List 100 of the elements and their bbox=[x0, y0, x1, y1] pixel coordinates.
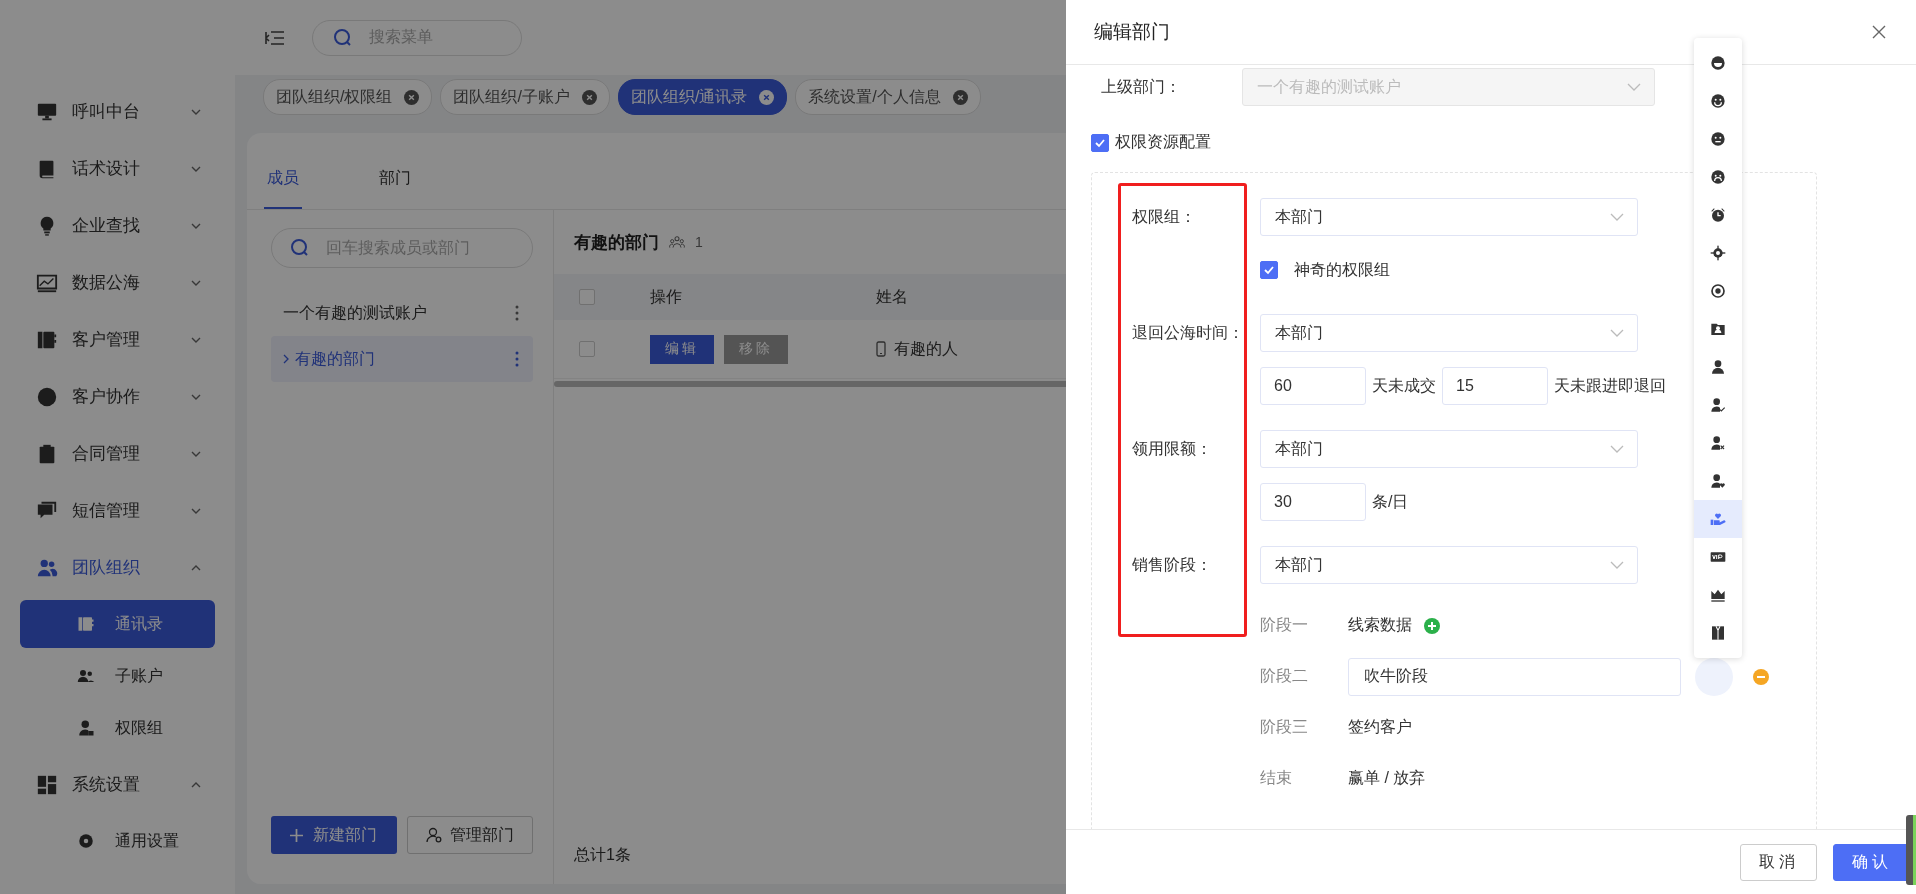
submenu-item[interactable]: 通用设置 bbox=[20, 817, 215, 865]
stage-label: 结束 bbox=[1260, 768, 1293, 788]
department-title: 有趣的部门 bbox=[574, 231, 659, 254]
checkbox[interactable] bbox=[1091, 133, 1109, 152]
cancel-button[interactable]: 取消 bbox=[1740, 843, 1817, 881]
suit-icon bbox=[1710, 625, 1726, 641]
sad-face-icon bbox=[1710, 169, 1726, 185]
phone-icon bbox=[876, 341, 886, 357]
stage-label: 阶段一 bbox=[1260, 615, 1309, 635]
checkbox[interactable] bbox=[579, 341, 595, 357]
menu-item[interactable]: 客户管理 bbox=[0, 311, 235, 368]
menu-item[interactable]: 呼叫中台 bbox=[0, 83, 235, 140]
submenu-item[interactable]: 权限组 bbox=[20, 704, 215, 752]
edit-button[interactable]: 编辑 bbox=[650, 334, 714, 364]
level-meter-icon bbox=[1906, 815, 1916, 885]
scope-select[interactable]: 本部门 bbox=[1260, 546, 1638, 584]
field-label: 领用限额： bbox=[1132, 438, 1212, 459]
submenu-item[interactable]: 子账户 bbox=[20, 652, 215, 700]
close-icon[interactable] bbox=[759, 89, 775, 105]
menu-item[interactable]: 合同管理 bbox=[0, 425, 235, 482]
caret-icon bbox=[283, 354, 289, 364]
user-cross-icon bbox=[1710, 435, 1726, 451]
page-tab[interactable]: 团队组织/通讯录 bbox=[617, 79, 788, 115]
page-tab[interactable]: 团队组织/子账户 bbox=[440, 79, 610, 115]
stage-input[interactable]: 吹牛阶段 bbox=[1348, 657, 1681, 696]
menu-item[interactable]: 客户协作 bbox=[0, 368, 235, 425]
user-check-icon bbox=[1710, 397, 1726, 413]
stage-label: 阶段三 bbox=[1260, 717, 1309, 737]
chevron-icon bbox=[1610, 445, 1624, 453]
field-label: 销售阶段： bbox=[1132, 554, 1212, 575]
neutral-face-icon bbox=[1710, 131, 1726, 147]
number-input[interactable]: 60 bbox=[1260, 367, 1366, 405]
smiling-face-icon bbox=[1710, 93, 1726, 109]
unit-label: 天未跟进即退回 bbox=[1554, 375, 1666, 396]
crosshair-icon bbox=[1710, 245, 1726, 261]
menu-item[interactable]: 团队组织 bbox=[0, 539, 235, 596]
close-icon[interactable] bbox=[1872, 25, 1886, 39]
stage-name: 赢单 / 放弃 bbox=[1348, 768, 1426, 788]
user-heart-icon bbox=[1710, 473, 1726, 489]
close-icon[interactable] bbox=[404, 89, 420, 105]
column-header: 姓名 bbox=[876, 286, 908, 307]
plus-icon bbox=[290, 828, 304, 842]
chevron-icon bbox=[1627, 83, 1641, 91]
user-icon bbox=[1710, 359, 1726, 375]
close-icon[interactable] bbox=[952, 89, 968, 105]
table-cell-text: 有趣的人 bbox=[894, 338, 958, 359]
checkbox-label: 神奇的权限组 bbox=[1294, 259, 1390, 280]
page-tab[interactable]: 团队组织/权限组 bbox=[263, 79, 433, 115]
chevron-icon bbox=[1610, 329, 1624, 337]
scope-select[interactable]: 本部门 bbox=[1260, 198, 1638, 236]
menu-item[interactable]: 数据公海 bbox=[0, 254, 235, 311]
check-icon bbox=[1263, 264, 1275, 276]
add-icon[interactable] bbox=[1424, 617, 1440, 634]
menu-item[interactable]: 企业查找 bbox=[0, 197, 235, 254]
grid-icon bbox=[36, 773, 58, 796]
total-count: 总计1条 bbox=[574, 845, 631, 865]
target-icon bbox=[1710, 283, 1726, 299]
drawer-title: 编辑部门 bbox=[1094, 20, 1170, 44]
close-icon[interactable] bbox=[581, 89, 597, 105]
two-users-icon bbox=[77, 667, 95, 685]
field-label: 上级部门： bbox=[1100, 76, 1182, 97]
menu-item[interactable]: 短信管理 bbox=[0, 482, 235, 539]
submenu-item[interactable]: 通讯录 bbox=[20, 600, 215, 648]
search-icon bbox=[290, 238, 310, 258]
more-icon[interactable] bbox=[515, 351, 519, 367]
checkbox[interactable] bbox=[1260, 261, 1278, 279]
group-icon bbox=[669, 235, 685, 249]
user-lock-icon bbox=[77, 719, 95, 737]
stage-name: 线索数据 bbox=[1348, 615, 1412, 635]
number-input[interactable]: 15 bbox=[1442, 367, 1548, 405]
tree-item[interactable]: 一个有趣的测试账户 bbox=[271, 290, 533, 336]
new-department-button[interactable]: 新建部门 bbox=[271, 816, 397, 854]
section-tab[interactable]: 成员 bbox=[264, 168, 302, 209]
contact-card-icon bbox=[77, 615, 95, 633]
checkbox[interactable] bbox=[579, 289, 595, 305]
more-icon[interactable] bbox=[515, 305, 519, 321]
crown-icon bbox=[1710, 587, 1726, 603]
menu-item[interactable]: 话术设计 bbox=[0, 140, 235, 197]
chevron-icon bbox=[1610, 213, 1624, 221]
user-gear-icon bbox=[426, 827, 442, 843]
field-label: 退回公海时间： bbox=[1132, 322, 1244, 343]
settings-icon bbox=[77, 832, 95, 850]
member-count: 1 bbox=[695, 234, 703, 250]
unit-label: 天未成交 bbox=[1372, 375, 1436, 396]
contact-folder-icon bbox=[1710, 321, 1726, 337]
tree-item[interactable]: 有趣的部门 bbox=[271, 336, 533, 382]
manage-department-button[interactable]: 管理部门 bbox=[407, 816, 533, 854]
checkbox-label: 权限资源配置 bbox=[1115, 132, 1211, 152]
page-tab[interactable]: 系统设置/个人信息 bbox=[795, 79, 981, 115]
menu-icon[interactable] bbox=[265, 29, 285, 46]
scope-select[interactable]: 本部门 bbox=[1260, 430, 1638, 468]
hand-heart-icon bbox=[1710, 511, 1726, 527]
unit-label: 条/日 bbox=[1372, 491, 1409, 512]
section-tab[interactable]: 部门 bbox=[376, 168, 414, 209]
vip-badge-icon bbox=[1710, 549, 1726, 565]
stage-label: 阶段二 bbox=[1260, 666, 1309, 686]
menu-item[interactable]: 系统设置 bbox=[0, 756, 235, 813]
number-input[interactable]: 30 bbox=[1260, 483, 1366, 521]
scope-select[interactable]: 本部门 bbox=[1260, 314, 1638, 352]
column-header: 操作 bbox=[650, 286, 683, 307]
